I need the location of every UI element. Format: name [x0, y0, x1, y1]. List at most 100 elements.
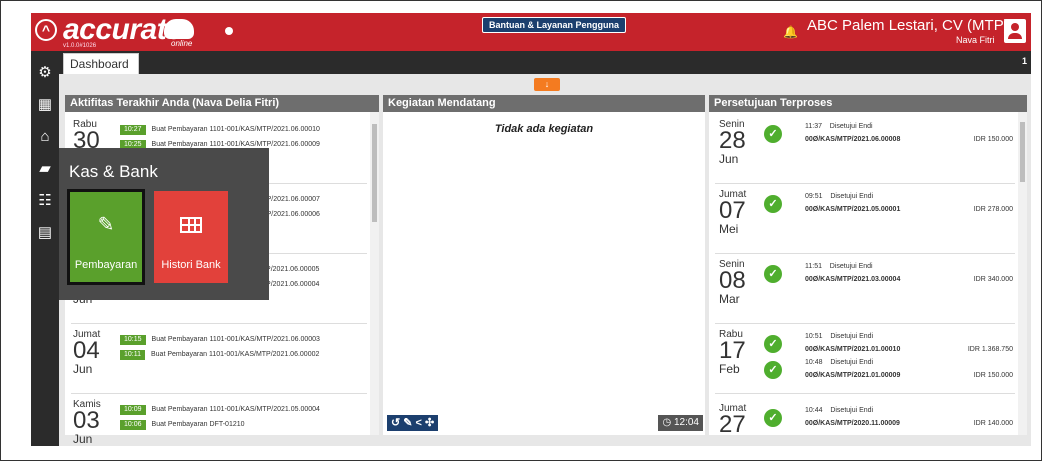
approved-check-icon: ✓	[764, 265, 782, 283]
activity-text: Buat Pembayaran DFT-01210	[151, 421, 245, 429]
events-title: Kegiatan Mendatang	[383, 95, 705, 112]
company-name[interactable]: ABC Palem Lestari, CV (MTP)	[807, 17, 1009, 34]
bell-icon[interactable]: 🔔	[783, 25, 798, 39]
accurate-logo-icon: ^	[35, 19, 57, 41]
events-panel: Kegiatan Mendatang Tidak ada kegiatan ↺ …	[383, 95, 705, 435]
kas-bank-title: Kas & Bank	[69, 162, 158, 181]
approval-date-block: Senin 28 Jun	[719, 119, 767, 166]
divider	[71, 393, 367, 394]
table-grid-icon	[180, 217, 202, 233]
activity-row[interactable]: 10:06 Buat Pembayaran DFT-01210	[120, 416, 245, 430]
month-name: Feb	[719, 362, 740, 376]
approval-amount: IDR 140.000	[973, 420, 1013, 427]
approval-status: Disetujui Endi	[830, 333, 874, 340]
month-name: Jun	[719, 152, 739, 166]
approval-status-line: 11:51 Disetujui Endi	[805, 263, 873, 270]
day-number: 03	[73, 407, 100, 434]
cloud-icon	[164, 19, 194, 39]
activity-text: Buat Pembayaran 1101-001/KAS/MTP/2021.05…	[151, 406, 320, 414]
kas-bank-menu: Kas & Bank ✎ Pembayaran Histori Bank	[59, 148, 269, 300]
approval-amount: IDR 150.000	[973, 136, 1013, 143]
activity-row[interactable]: 10:09 Buat Pembayaran 1101-001/KAS/MTP/20…	[120, 401, 320, 415]
user-name: Nava Fitri	[956, 35, 995, 45]
histori-bank-tile[interactable]: Histori Bank	[154, 191, 228, 283]
pembayaran-label: Pembayaran	[74, 259, 138, 271]
approval-reference[interactable]: 00Ø/KAS/MTP/2021.05.00001	[805, 206, 900, 213]
approval-time: 10:51	[805, 333, 823, 340]
histori-bank-label: Histori Bank	[161, 259, 221, 271]
payment-card-icon: ✎	[97, 214, 115, 236]
activity-row[interactable]: 10:25 Buat Pembayaran 1101-001/KAS/MTP/20…	[120, 136, 320, 150]
time-badge: 10:09	[120, 404, 146, 415]
approval-status-line: 09:51 Disetujui Endi	[805, 193, 873, 200]
approvals-title: Persetujuan Terproses	[709, 95, 1027, 112]
events-footer: ↺ ✎ < ✣ ◷ 12:04	[383, 411, 705, 435]
approval-reference[interactable]: 00Ø/KAS/MTP/2021.01.00009	[805, 372, 900, 379]
day-number: 08	[719, 267, 746, 294]
approvals-scrollbar[interactable]	[1018, 112, 1027, 435]
tab-bar: Dashboard 1	[59, 51, 1031, 74]
gear-icon[interactable]: ⚙	[35, 63, 55, 83]
approval-amount: IDR 150.000	[973, 372, 1013, 379]
approval-reference[interactable]: 00Ø/KAS/MTP/2021.03.00004	[805, 276, 900, 283]
activity-date-block: Jumat 04 Jun	[73, 329, 121, 376]
app-frame: ^ accurate online v1.0.0#1026 Bantuan & …	[0, 0, 1042, 461]
cash-icon[interactable]: ▤	[35, 223, 55, 243]
approved-check-icon: ✓	[764, 361, 782, 379]
activity-text: Buat Pembayaran 1101-001/KAS/MTP/2021.06…	[151, 126, 320, 134]
clock-display: ◷ 12:04	[658, 415, 703, 431]
approval-status: Disetujui Endi	[829, 263, 873, 270]
event-tools-button[interactable]: ↺ ✎ < ✣	[387, 415, 439, 431]
activity-row[interactable]: 10:15 Buat Pembayaran 1101-001/KAS/MTP/20…	[120, 331, 320, 345]
approval-reference[interactable]: 00Ø/KAS/MTP/2020.11.00009	[805, 420, 900, 427]
document-icon[interactable]: ☷	[35, 191, 55, 211]
day-number: 07	[719, 197, 746, 224]
bank-icon[interactable]: ⌂	[35, 127, 55, 147]
left-sidebar: ⚙ ▦ ⌂ ▰ ☷ ▤	[31, 51, 59, 446]
activity-scrollbar[interactable]	[370, 112, 379, 435]
month-name: Mei	[719, 222, 739, 236]
approval-status: Disetujui Endi	[830, 193, 874, 200]
approval-status: Disetujui Endi	[830, 359, 874, 366]
approval-date-block: Jumat 07 Mei	[719, 189, 767, 236]
approvals-panel: Persetujuan Terproses Senin 28 Jun ✓ 11:37 D…	[709, 95, 1027, 437]
activity-date-block: Kamis 03 Jun	[73, 399, 121, 446]
tab-count-badge: 1	[1021, 56, 1027, 66]
approved-check-icon: ✓	[764, 335, 782, 353]
divider	[715, 253, 1015, 254]
approval-amount: IDR 340.000	[973, 276, 1013, 283]
help-button[interactable]: Bantuan & Layanan Pengguna	[482, 17, 627, 33]
user-avatar-icon[interactable]	[1004, 19, 1026, 43]
approval-date-block: Jumat 27	[719, 403, 767, 437]
activity-text: Buat Pembayaran 1101-001/KAS/MTP/2021.06…	[151, 336, 320, 344]
approval-amount: IDR 1.368.750	[967, 346, 1013, 353]
collapse-arrow-icon[interactable]: ↓	[534, 78, 560, 91]
approval-reference[interactable]: 00Ø/KAS/MTP/2021.06.00008	[805, 136, 900, 143]
approval-time: 10:48	[805, 359, 823, 366]
activity-text: Buat Pembayaran 1101-001/KAS/MTP/2021.06…	[151, 351, 320, 359]
day-number: 28	[719, 127, 746, 154]
app-version: v1.0.0#1026	[63, 43, 97, 49]
building-icon[interactable]: ▦	[35, 95, 55, 115]
activity-row[interactable]: 10:27 Buat Pembayaran 1101-001/KAS/MTP/20…	[120, 121, 320, 135]
approval-amount: IDR 278.000	[973, 206, 1013, 213]
month-name: Jun	[73, 362, 93, 376]
shopping-bag-icon[interactable]: ▰	[35, 159, 55, 179]
activity-row[interactable]: 10:11 Buat Pembayaran 1101-001/KAS/MTP/20…	[120, 346, 320, 360]
approval-reference[interactable]: 00Ø/KAS/MTP/2021.01.00010	[805, 346, 900, 353]
approved-check-icon: ✓	[764, 125, 782, 143]
approval-time: 10:44	[805, 407, 823, 414]
pembayaran-tile[interactable]: ✎ Pembayaran	[67, 189, 145, 285]
approved-check-icon: ✓	[764, 409, 782, 427]
approval-date-block: Senin 08 Mar	[719, 259, 767, 306]
top-bar: ^ accurate online v1.0.0#1026 Bantuan & …	[31, 13, 1031, 51]
no-events-text: Tidak ada kegiatan	[494, 123, 594, 135]
day-number: 04	[73, 337, 100, 364]
divider	[715, 323, 1015, 324]
day-number: 17	[719, 337, 746, 364]
status-dot-icon	[225, 27, 233, 35]
approval-status-line: 10:48 Disetujui Endi	[805, 359, 873, 366]
month-name: Jun	[73, 432, 93, 446]
approval-status: Disetujui Endi	[830, 407, 874, 414]
tab-dashboard[interactable]: Dashboard	[63, 53, 139, 74]
